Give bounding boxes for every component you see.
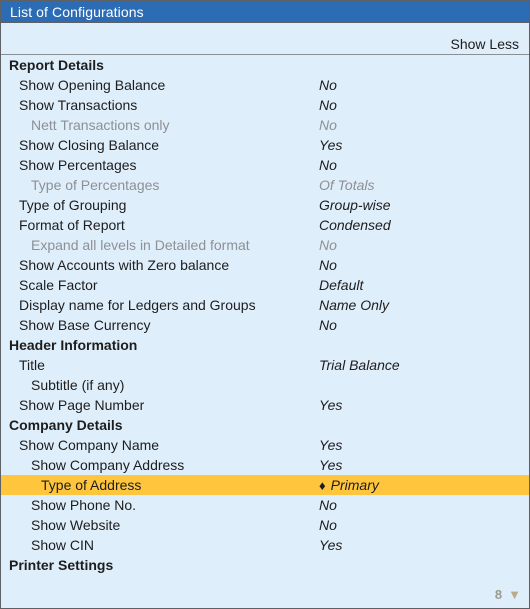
- config-value: Group-wise: [319, 197, 391, 213]
- config-label: Type of Grouping: [19, 197, 127, 213]
- config-label: Type of Percentages: [31, 177, 160, 193]
- config-row[interactable]: Type of Percentages Of Totals: [1, 175, 529, 195]
- config-value: Of Totals: [319, 177, 375, 193]
- config-label: Show Percentages: [19, 157, 137, 173]
- config-value: Condensed: [319, 217, 391, 233]
- config-row[interactable]: Display name for Ledgers and Groups Name …: [1, 295, 529, 315]
- config-row[interactable]: Nett Transactions only No: [1, 115, 529, 135]
- config-label: Subtitle (if any): [31, 377, 125, 393]
- config-row[interactable]: Format of Report Condensed: [1, 215, 529, 235]
- config-row[interactable]: Title Trial Balance: [1, 355, 529, 375]
- window-titlebar: List of Configurations: [1, 1, 529, 23]
- config-label: Show Phone No.: [31, 497, 137, 513]
- config-label: Show Website: [31, 517, 121, 533]
- config-row[interactable]: Show Transactions No: [1, 95, 529, 115]
- config-value: Trial Balance: [319, 357, 400, 373]
- config-row[interactable]: Subtitle (if any): [1, 375, 529, 395]
- config-row[interactable]: Show Accounts with Zero balance No: [1, 255, 529, 275]
- show-less-button[interactable]: Show Less: [451, 36, 519, 52]
- config-value: Yes: [319, 397, 343, 413]
- config-row[interactable]: Type of Address ♦ Primary: [1, 475, 529, 495]
- config-value: No: [319, 97, 337, 113]
- config-value: No: [319, 77, 337, 93]
- config-row[interactable]: Show Opening Balance No: [1, 75, 529, 95]
- config-value: Name Only: [319, 297, 390, 313]
- list-footer: 8 ▼: [1, 580, 529, 608]
- config-label: Show Closing Balance: [19, 137, 160, 153]
- section-header-row: Report Details: [1, 55, 529, 75]
- config-value: No: [319, 497, 337, 513]
- config-value-text: Primary: [330, 477, 379, 493]
- diamond-marker-icon: ♦: [319, 478, 326, 493]
- config-label: Title: [19, 357, 45, 373]
- section-title: Report Details: [9, 57, 104, 73]
- config-value: No: [319, 117, 337, 133]
- config-value: Yes: [319, 457, 343, 473]
- config-label: Display name for Ledgers and Groups: [19, 297, 256, 313]
- config-row[interactable]: Type of Grouping Group-wise: [1, 195, 529, 215]
- section-header-row: Company Details: [1, 415, 529, 435]
- config-label: Format of Report: [19, 217, 125, 233]
- config-label: Show Company Name: [19, 437, 160, 453]
- config-label: Show Accounts with Zero balance: [19, 257, 230, 273]
- config-value: No: [319, 157, 337, 173]
- chevron-down-icon[interactable]: ▼: [508, 588, 521, 601]
- config-label: Show Transactions: [19, 97, 138, 113]
- config-label: Show CIN: [31, 537, 95, 553]
- config-label: Show Base Currency: [19, 317, 151, 333]
- config-label: Type of Address: [41, 477, 142, 493]
- configuration-window: List of Configurations Show Less Report …: [0, 0, 530, 609]
- config-row[interactable]: Show Company Address Yes: [1, 455, 529, 475]
- section-header-row: Printer Settings: [1, 555, 529, 575]
- config-value: Yes: [319, 137, 343, 153]
- list-subheader: Show Less: [1, 23, 529, 55]
- config-row[interactable]: Show Base Currency No: [1, 315, 529, 335]
- config-value: ♦ Primary: [319, 475, 379, 496]
- config-value: Default: [319, 277, 364, 293]
- config-value: Yes: [319, 437, 343, 453]
- config-label: Expand all levels in Detailed format: [31, 237, 250, 253]
- section-title: Printer Settings: [9, 557, 114, 573]
- config-row[interactable]: Show Phone No. No: [1, 495, 529, 515]
- window-title: List of Configurations: [10, 3, 144, 20]
- section-title: Company Details: [9, 417, 123, 433]
- config-row[interactable]: Show Percentages No: [1, 155, 529, 175]
- section-header-row: Header Information: [1, 335, 529, 355]
- config-label: Nett Transactions only: [31, 117, 170, 133]
- page-number: 8: [494, 586, 503, 602]
- configuration-list: Report Details Show Opening Balance No Show…: [1, 55, 529, 575]
- config-row[interactable]: Show CIN Yes: [1, 535, 529, 555]
- config-row[interactable]: Show Website No: [1, 515, 529, 535]
- config-value: No: [319, 237, 337, 253]
- config-label: Show Company Address: [31, 457, 185, 473]
- config-row[interactable]: Show Company Name Yes: [1, 435, 529, 455]
- config-row[interactable]: Show Page Number Yes: [1, 395, 529, 415]
- config-row[interactable]: Expand all levels in Detailed format No: [1, 235, 529, 255]
- config-row[interactable]: Show Closing Balance Yes: [1, 135, 529, 155]
- config-label: Show Page Number: [19, 397, 145, 413]
- config-label: Scale Factor: [19, 277, 98, 293]
- config-label: Show Opening Balance: [19, 77, 166, 93]
- config-value: No: [319, 517, 337, 533]
- config-value: Yes: [319, 537, 343, 553]
- config-value: No: [319, 317, 337, 333]
- section-title: Header Information: [9, 337, 138, 353]
- config-value: No: [319, 257, 337, 273]
- config-row[interactable]: Scale Factor Default: [1, 275, 529, 295]
